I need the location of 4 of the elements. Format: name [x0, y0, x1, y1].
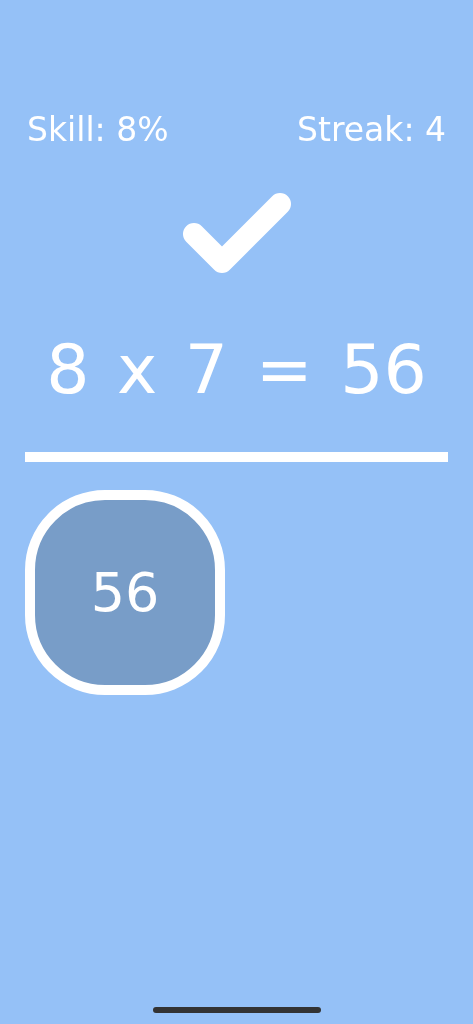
equation-text: 8 x 7 = 56 [45, 330, 428, 410]
stat-label: Streak: 4 [297, 109, 446, 151]
answer-button[interactable]: 56 [25, 490, 225, 695]
stat-label: Skill: 8% [27, 109, 169, 151]
